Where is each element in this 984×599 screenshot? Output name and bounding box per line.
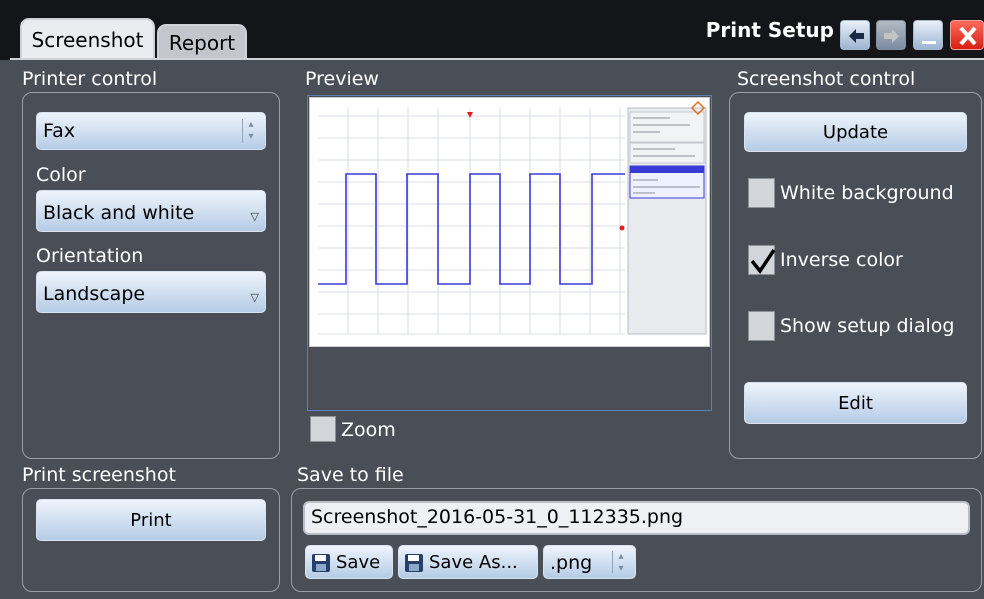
printer-control-title: Printer control: [22, 68, 158, 90]
zoom-label: Zoom: [341, 419, 396, 441]
spinner-icon: ▴ ▾: [242, 119, 259, 143]
save-button-label: Save: [336, 552, 381, 573]
minimize-icon[interactable]: [913, 20, 943, 50]
screenshot-control-title: Screenshot control: [737, 68, 916, 90]
preview-screenshot-image: [309, 97, 710, 347]
checkmark-icon: [750, 249, 776, 274]
save-as-button[interactable]: Save As...: [398, 545, 538, 579]
orientation-select-value: Landscape: [43, 283, 146, 305]
edit-button[interactable]: Edit: [744, 382, 967, 424]
floppy-disk-icon: [405, 554, 423, 572]
save-as-button-label: Save As...: [429, 552, 518, 573]
save-to-file-title: Save to file: [297, 464, 404, 486]
preview-area: [307, 95, 712, 411]
spinner-icon: ▴ ▾: [612, 551, 629, 574]
close-icon[interactable]: [950, 20, 984, 50]
color-select-value: Black and white: [43, 202, 195, 224]
floppy-disk-icon: [312, 554, 330, 572]
tab-divider: [10, 58, 984, 60]
oscilloscope-preview: [310, 98, 709, 346]
format-select-value: .png: [550, 552, 593, 574]
orientation-select[interactable]: Landscape ▽: [36, 271, 266, 313]
dropdown-arrow-icon: ▽: [250, 291, 259, 304]
printer-select-value: Fax: [43, 120, 76, 142]
update-button[interactable]: Update: [744, 112, 967, 152]
show-setup-dialog-label: Show setup dialog: [780, 315, 955, 337]
preview-title: Preview: [305, 68, 379, 90]
orientation-label: Orientation: [36, 245, 144, 267]
dialog-title: Print Setup: [705, 18, 834, 42]
filename-input[interactable]: Screenshot_2016-05-31_0_112335.png: [303, 501, 970, 535]
zoom-checkbox[interactable]: [310, 416, 336, 442]
tab-screenshot[interactable]: Screenshot: [20, 18, 155, 60]
show-setup-dialog-checkbox[interactable]: [748, 311, 775, 341]
dropdown-arrow-icon: ▽: [250, 210, 259, 223]
print-screenshot-title: Print screenshot: [22, 464, 176, 486]
print-button[interactable]: Print: [36, 499, 266, 541]
printer-select[interactable]: Fax ▴ ▾: [36, 112, 266, 150]
save-button[interactable]: Save: [305, 545, 393, 579]
inverse-color-label: Inverse color: [780, 249, 903, 271]
tab-report[interactable]: Report: [157, 24, 247, 60]
inverse-color-checkbox[interactable]: [748, 245, 776, 275]
color-select[interactable]: Black and white ▽: [36, 190, 266, 232]
white-background-checkbox[interactable]: [748, 178, 775, 208]
color-label: Color: [36, 164, 86, 186]
forward-arrow-icon[interactable]: [876, 20, 906, 50]
format-select[interactable]: .png ▴ ▾: [543, 545, 636, 579]
back-arrow-icon[interactable]: [840, 20, 870, 50]
white-background-label: White background: [780, 182, 954, 204]
